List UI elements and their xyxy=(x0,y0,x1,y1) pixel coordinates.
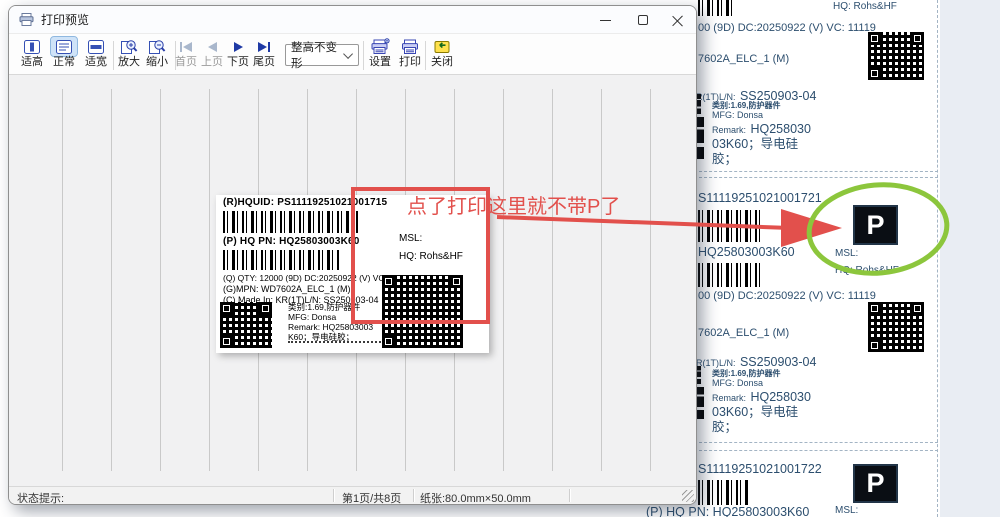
maximize-button[interactable] xyxy=(628,10,658,30)
label-border-dashed xyxy=(694,171,938,172)
toolbar-separator xyxy=(425,41,426,70)
close-icon xyxy=(672,15,683,26)
minimize-icon xyxy=(600,20,611,21)
toolbar-separator xyxy=(113,41,114,70)
category-line: 类别:1.69,防护器件 xyxy=(288,302,360,313)
msl-label: MSL: xyxy=(835,248,858,259)
last-page-icon xyxy=(254,37,274,56)
label-border-dashed-vertical xyxy=(937,0,938,517)
hq-rohs-text: HQ: Rohs&HF xyxy=(835,265,899,276)
zoom-out-icon xyxy=(144,37,170,56)
statusbar-divider xyxy=(413,489,414,502)
qr-code xyxy=(220,302,272,348)
part-number-line: (P) HQ PN: HQ25803003K60 xyxy=(646,505,809,517)
scale-mode-value: 整高不变形 xyxy=(291,39,346,71)
page-info: 第1页/共8页 xyxy=(342,490,401,505)
hq-rohs-text: HQ: Rohs&HF xyxy=(833,1,897,12)
mfg-line: MFG: Donsa xyxy=(712,378,763,388)
normal-view-icon xyxy=(51,37,77,56)
maximize-icon xyxy=(638,15,648,25)
zoom-in-icon xyxy=(116,37,142,56)
label-border-dashed xyxy=(694,450,938,451)
fit-width-icon xyxy=(83,37,109,56)
document-margin xyxy=(940,0,1000,517)
print-settings-button[interactable]: 设置 xyxy=(365,37,395,69)
next-page-button[interactable]: 下页 xyxy=(225,37,251,69)
annotation-note-text: 点了打印这里就不带P了 xyxy=(407,190,620,219)
barcode xyxy=(223,250,339,270)
next-page-icon xyxy=(230,37,247,56)
fit-width-button[interactable]: 适宽 xyxy=(81,37,111,69)
status-hint-label: 状态提示: xyxy=(17,490,64,505)
mfg-line: MFG: Donsa xyxy=(712,110,763,120)
pn-line: (P) HQ PN: HQ25803003K60 xyxy=(223,236,360,247)
print-button[interactable]: 打印 xyxy=(395,37,425,69)
label-border-dashed xyxy=(694,177,938,178)
window-title: 打印预览 xyxy=(41,11,89,28)
toolbar: 适高 正常 适宽 放大 缩小 首页 xyxy=(9,33,696,75)
mpn-line: 7602A_ELC_1 (M) xyxy=(698,53,789,65)
barcode xyxy=(698,480,748,505)
printer-icon xyxy=(19,13,34,26)
label-border-dashed xyxy=(694,442,938,443)
barcode xyxy=(223,211,359,233)
printer-settings-icon xyxy=(366,37,394,56)
close-preview-button[interactable]: 关闭 xyxy=(427,37,457,69)
remark-line3: 胶； xyxy=(712,148,737,167)
resize-grip[interactable] xyxy=(682,490,694,502)
qr-code xyxy=(868,302,924,352)
status-bar: 状态提示: 第1页/共8页 纸张:80.0mm×50.0mm xyxy=(9,486,696,504)
mfg-line: MFG: Donsa xyxy=(288,312,336,323)
statusbar-divider xyxy=(569,489,570,502)
zoom-out-button[interactable]: 缩小 xyxy=(143,37,171,69)
dc-vc-line: 00 (9D) DC:20250922 (V) VC: 11119 xyxy=(698,290,876,302)
close-window-button[interactable] xyxy=(662,10,692,30)
first-page-button[interactable]: 首页 xyxy=(173,37,199,69)
minimize-button[interactable] xyxy=(590,10,620,30)
normal-view-button[interactable]: 正常 xyxy=(49,37,79,69)
serial-number: S11119251021001721 xyxy=(698,191,822,205)
part-number: HQ25803003K60 xyxy=(698,245,795,259)
printer-icon xyxy=(396,37,424,56)
zoom-in-button[interactable]: 放大 xyxy=(115,37,143,69)
dc-vc-line: 00 (9D) DC:20250922 (V) VC: 11119 xyxy=(698,22,876,34)
remark-line3: 胶； xyxy=(712,416,737,435)
screen: HQ: Rohs&HF 00 (9D) DC:20250922 (V) VC: … xyxy=(0,0,1000,517)
mpn-line: 7602A_ELC_1 (M) xyxy=(698,327,789,339)
prev-page-button[interactable]: 上页 xyxy=(199,37,225,69)
toolbar-separator xyxy=(363,41,364,70)
mpn-line: (G)MPN: WD7602A_ELC_1 (M) xyxy=(223,284,351,294)
p-badge: P xyxy=(853,464,898,503)
p-badge: P xyxy=(853,205,898,245)
exit-icon xyxy=(429,37,455,56)
barcode xyxy=(698,263,760,287)
last-page-button[interactable]: 尾页 xyxy=(251,37,277,69)
msl-label: MSL: xyxy=(835,505,858,516)
statusbar-divider xyxy=(333,489,334,502)
qr-code xyxy=(868,32,924,80)
fit-height-icon xyxy=(19,37,45,56)
prev-page-icon xyxy=(204,37,221,56)
fit-height-button[interactable]: 适高 xyxy=(17,37,47,69)
scale-mode-dropdown[interactable]: 整高不变形 xyxy=(285,44,359,66)
barcode xyxy=(698,210,760,242)
first-page-icon xyxy=(176,37,196,56)
paper-size-info: 纸张:80.0mm×50.0mm xyxy=(420,490,531,505)
serial-number: S11119251021001722 xyxy=(698,462,822,476)
barcode xyxy=(698,0,734,16)
